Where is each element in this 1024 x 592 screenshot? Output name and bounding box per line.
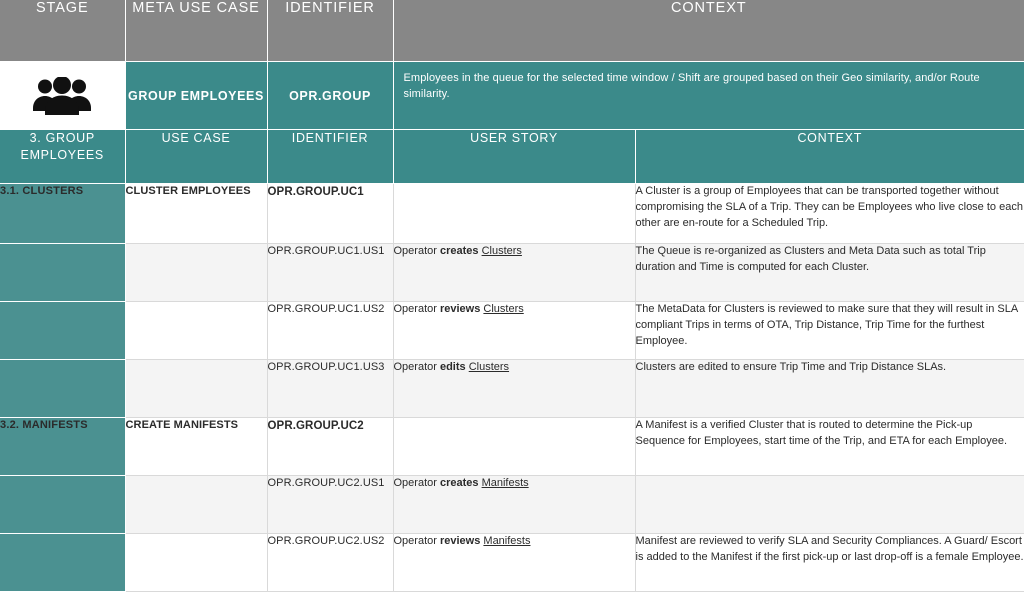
meta-use-case-row: GROUP EMPLOYEES OPR.GROUP Employees in t… xyxy=(0,61,1024,130)
row-stage xyxy=(0,359,126,418)
table-row: OPR.GROUP.UC1.US1 Operator creates Clust… xyxy=(0,243,1024,302)
group-employees-icon xyxy=(0,76,125,115)
user-story-prefix: Operator xyxy=(393,245,440,257)
table-row: OPR.GROUP.UC1.US2 Operator reviews Clust… xyxy=(0,301,1024,360)
user-story-object: Clusters xyxy=(483,303,524,315)
row-use-case xyxy=(125,359,268,418)
use-case-matrix-document: STAGE META USE CASE IDENTIFIER CONTEXT G… xyxy=(0,0,1024,592)
row-user-story: Operator reviews Manifests xyxy=(393,533,636,592)
header-context: CONTEXT xyxy=(393,0,1024,62)
subheader-context: CONTEXT xyxy=(635,129,1024,184)
row-user-story xyxy=(393,183,636,244)
table-row: OPR.GROUP.UC2.US1 Operator creates Manif… xyxy=(0,475,1024,534)
user-story-object: Clusters xyxy=(481,245,522,257)
row-use-case xyxy=(125,475,268,534)
use-case-matrix-table: STAGE META USE CASE IDENTIFIER CONTEXT G… xyxy=(0,0,1024,592)
row-user-story: Operator reviews Clusters xyxy=(393,301,636,360)
group-employees-icon-cell xyxy=(0,61,126,130)
subheader-use-case: USE CASE xyxy=(125,129,268,184)
row-context: A Cluster is a group of Employees that c… xyxy=(635,183,1024,244)
row-context: The MetaData for Clusters is reviewed to… xyxy=(635,301,1024,360)
user-story-prefix: Operator xyxy=(393,303,440,315)
table-row: OPR.GROUP.UC2.US2 Operator reviews Manif… xyxy=(0,533,1024,592)
row-user-story: Operator creates Manifests xyxy=(393,475,636,534)
row-use-case xyxy=(125,301,268,360)
table-header-row: STAGE META USE CASE IDENTIFIER CONTEXT xyxy=(0,0,1024,62)
row-identifier: OPR.GROUP.UC1 xyxy=(267,183,394,244)
table-row: 3.2. MANIFESTS CREATE MANIFESTS OPR.GROU… xyxy=(0,417,1024,476)
row-context: A Manifest is a verified Cluster that is… xyxy=(635,417,1024,476)
row-stage xyxy=(0,243,126,302)
row-stage: 3.2. MANIFESTS xyxy=(0,417,126,476)
meta-use-case-label: GROUP EMPLOYEES xyxy=(125,61,268,130)
subheader-stage: 3. GROUP EMPLOYEES xyxy=(0,129,126,184)
row-user-story: Operator edits Clusters xyxy=(393,359,636,418)
user-story-verb: edits xyxy=(439,361,466,373)
meta-use-case-context: Employees in the queue for the selected … xyxy=(393,61,1024,130)
table-subheader-row: 3. GROUP EMPLOYEES USE CASE IDENTIFIER U… xyxy=(0,129,1024,184)
subheader-user-story: USER STORY xyxy=(393,129,636,184)
row-stage xyxy=(0,533,126,592)
row-stage: 3.1. CLUSTERS xyxy=(0,183,126,244)
row-use-case: CLUSTER EMPLOYEES xyxy=(125,183,268,244)
user-story-verb: creates xyxy=(439,477,479,489)
row-context: The Queue is re-organized as Clusters an… xyxy=(635,243,1024,302)
row-identifier: OPR.GROUP.UC1.US3 xyxy=(267,359,394,418)
user-story-verb: creates xyxy=(439,245,479,257)
header-stage: STAGE xyxy=(0,0,126,62)
table-row: 3.1. CLUSTERS CLUSTER EMPLOYEES OPR.GROU… xyxy=(0,183,1024,244)
row-use-case xyxy=(125,533,268,592)
user-story-prefix: Operator xyxy=(393,535,440,547)
user-story-prefix: Operator xyxy=(393,361,440,373)
row-user-story xyxy=(393,417,636,476)
user-story-object: Clusters xyxy=(468,361,510,373)
user-story-prefix: Operator xyxy=(393,477,440,489)
row-identifier: OPR.GROUP.UC1.US2 xyxy=(267,301,394,360)
meta-use-case-identifier: OPR.GROUP xyxy=(267,61,394,130)
row-identifier: OPR.GROUP.UC2.US2 xyxy=(267,533,394,592)
row-context: Manifest are reviewed to verify SLA and … xyxy=(635,533,1024,592)
row-use-case: CREATE MANIFESTS xyxy=(125,417,268,476)
row-context: Clusters are edited to ensure Trip Time … xyxy=(635,359,1024,418)
header-meta-use-case: META USE CASE xyxy=(125,0,268,62)
user-story-verb: reviews xyxy=(439,535,481,547)
row-user-story: Operator creates Clusters xyxy=(393,243,636,302)
row-stage xyxy=(0,475,126,534)
row-identifier: OPR.GROUP.UC1.US1 xyxy=(267,243,394,302)
user-story-object: Manifests xyxy=(481,477,529,489)
user-story-object: Manifests xyxy=(483,535,531,547)
row-identifier: OPR.GROUP.UC2.US1 xyxy=(267,475,394,534)
table-row: OPR.GROUP.UC1.US3 Operator edits Cluster… xyxy=(0,359,1024,418)
subheader-identifier: IDENTIFIER xyxy=(267,129,394,184)
user-story-verb: reviews xyxy=(439,303,481,315)
row-identifier: OPR.GROUP.UC2 xyxy=(267,417,394,476)
row-context xyxy=(635,475,1024,534)
row-use-case xyxy=(125,243,268,302)
row-stage xyxy=(0,301,126,360)
header-identifier: IDENTIFIER xyxy=(267,0,394,62)
